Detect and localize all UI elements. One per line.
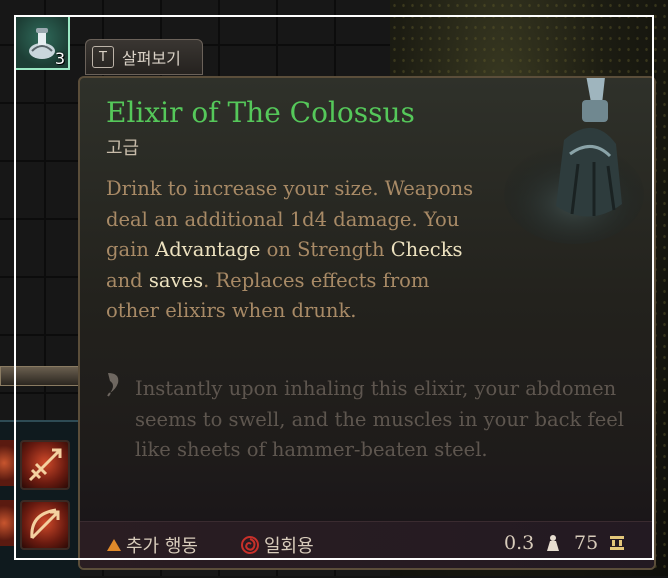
item-weight: 0.3 <box>504 532 568 554</box>
bonus-action-triangle-icon <box>107 539 121 551</box>
tooltip-footer: 추가 행동 일회용 0.3 75 <box>80 521 654 568</box>
crossed-arrows-icon <box>28 448 62 482</box>
keyword-saves[interactable]: saves <box>149 269 203 292</box>
item-description: Drink to increase your size. Weapons dea… <box>106 174 486 327</box>
single-use-swirl-icon <box>241 536 259 554</box>
gold-value: 75 <box>574 532 599 554</box>
bow-shot-icon <box>30 508 60 540</box>
flavor-text: Instantly upon inhaling this elixir, you… <box>135 377 625 461</box>
item-stack-count: 3 <box>54 49 65 68</box>
item-value: 75 <box>574 532 632 554</box>
hotbar-skill-slot[interactable] <box>20 440 70 490</box>
examine-label: 살펴보기 <box>122 49 181 68</box>
description-text: on Strength <box>260 238 391 261</box>
action-type-label: 추가 행동 <box>126 536 198 557</box>
keyword-checks[interactable]: Checks <box>391 238 463 261</box>
hotbar-skill-slot[interactable] <box>20 500 70 550</box>
item-title: Elixir of The Colossus <box>106 96 415 129</box>
examine-button[interactable]: T 살펴보기 <box>85 39 203 75</box>
weight-icon <box>547 535 560 551</box>
usage-type: 일회용 <box>240 532 314 558</box>
item-rarity: 고급 <box>106 138 140 159</box>
inventory-item-slot[interactable]: 3 <box>14 15 70 70</box>
flavor-quill-icon <box>107 373 119 397</box>
keybind-badge: T <box>92 46 114 68</box>
weight-value: 0.3 <box>504 532 535 554</box>
description-text: and <box>106 268 149 292</box>
elixir-bottle-image <box>504 78 644 244</box>
hotbar-slot-partial[interactable] <box>0 500 14 546</box>
hotbar-slot-partial[interactable] <box>0 440 14 486</box>
gold-coins-icon <box>610 536 625 550</box>
action-type: 추가 행동 <box>106 532 198 558</box>
keyword-advantage[interactable]: Advantage <box>155 238 260 261</box>
usage-label: 일회용 <box>264 536 314 557</box>
item-tooltip: Elixir of The Colossus 고급 Drink to incre… <box>78 76 656 570</box>
